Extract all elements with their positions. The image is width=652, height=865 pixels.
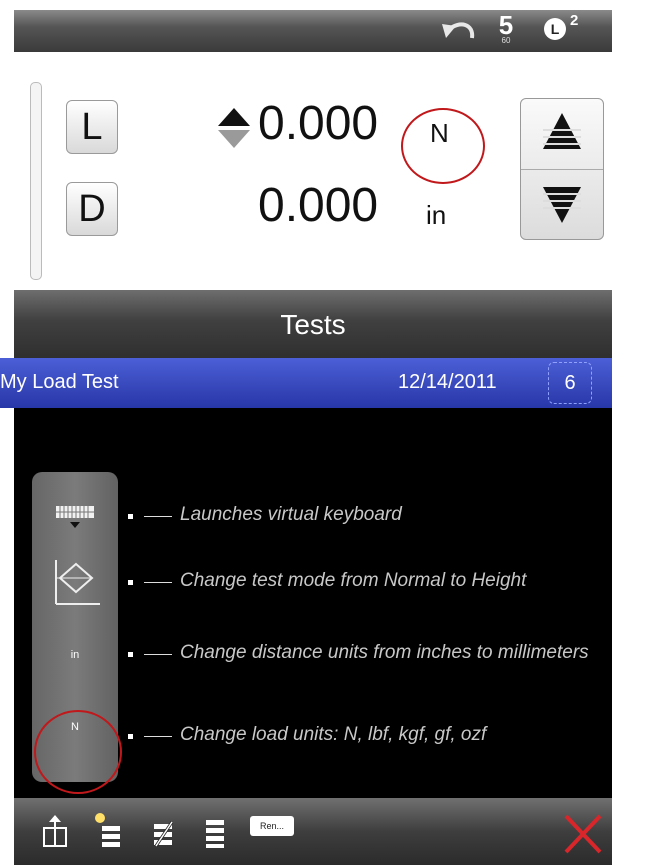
status-bar: 5 60 L 2	[14, 10, 612, 52]
virtual-keyboard-button[interactable]	[32, 500, 118, 540]
close-icon[interactable]	[562, 812, 604, 856]
jog-down-icon	[543, 187, 581, 223]
readout-panel: L D 0.000 N 0.000 in	[14, 52, 612, 290]
side-scroll-rail	[30, 82, 42, 280]
test-name: My Load Test	[0, 371, 119, 393]
test-mode-button[interactable]	[32, 554, 118, 614]
callout-dot	[128, 734, 133, 739]
callout-dot	[128, 514, 133, 519]
jog-up-icon	[543, 113, 581, 149]
edit-test-icon[interactable]	[146, 812, 180, 850]
export-icon[interactable]	[38, 812, 72, 850]
jog-control	[520, 98, 604, 240]
callout-line	[144, 736, 172, 737]
direction-arrows-icon	[218, 108, 250, 148]
tests-content-area: in N Launches virtual keyboard Change te…	[14, 408, 612, 798]
tests-header: Tests	[14, 290, 612, 358]
callout-line	[144, 654, 172, 655]
speed-indicator-subvalue: 60	[501, 36, 511, 45]
callout-dot	[128, 580, 133, 585]
highlight-circle-load-units-button	[34, 710, 122, 794]
test-row-selected[interactable]: My Load Test 12/14/2011 6	[0, 358, 612, 408]
highlight-circle-load-unit	[401, 108, 485, 184]
callout-text: Launches virtual keyboard	[180, 504, 402, 525]
undo-icon[interactable]	[438, 16, 478, 46]
rename-button[interactable]: Ren...	[250, 816, 294, 836]
distance-zero-button[interactable]: D	[66, 182, 118, 236]
distance-unit: in	[426, 200, 447, 230]
callout-text: Change test mode from Normal to Height	[180, 570, 527, 591]
distance-value: 0.000	[258, 179, 379, 232]
jog-down-button[interactable]	[521, 169, 603, 239]
speed-indicator[interactable]: 5 60	[494, 12, 518, 50]
load-value: 0.000	[258, 97, 379, 150]
distance-units-button[interactable]: in	[32, 640, 118, 670]
jog-up-button[interactable]	[521, 99, 603, 170]
callout-line	[144, 582, 172, 583]
callout-dot	[128, 652, 133, 657]
speed-indicator-value: 5	[498, 10, 514, 40]
test-date: 12/14/2011	[398, 371, 497, 393]
new-test-icon[interactable]	[92, 812, 126, 850]
load-cell-badge[interactable]: L	[544, 18, 566, 40]
bottom-toolbar: Ren...	[14, 798, 612, 865]
test-result-count[interactable]: 6	[548, 362, 592, 404]
callout-text: Change distance units from inches to mil…	[180, 642, 589, 663]
callout-text: Change load units: N, lbf, kgf, gf, ozf	[180, 724, 487, 745]
callout-line	[144, 516, 172, 517]
load-zero-button[interactable]: L	[66, 100, 118, 154]
height-mode-icon	[55, 560, 100, 605]
test-list-icon[interactable]	[198, 812, 232, 850]
load-cell-number: 2	[570, 12, 579, 29]
keyboard-icon	[56, 506, 94, 528]
